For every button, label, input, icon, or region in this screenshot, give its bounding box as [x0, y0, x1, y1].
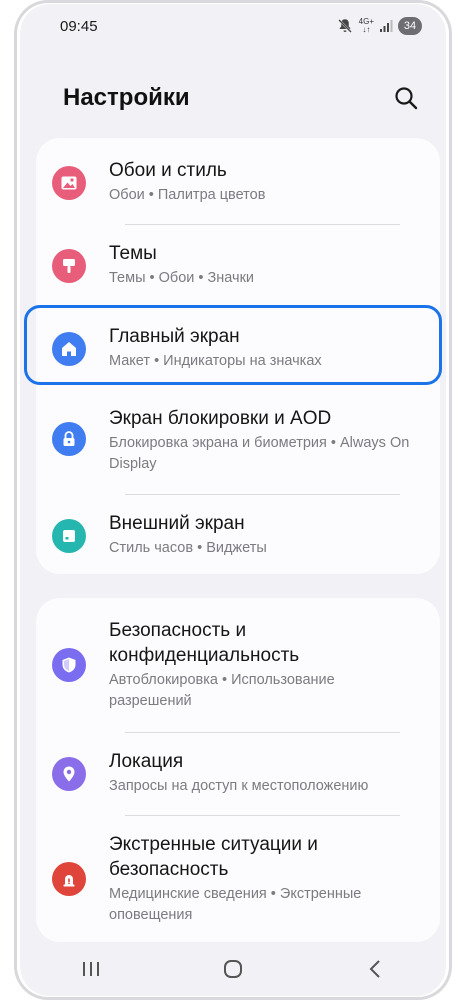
themes-icon-bg: [52, 249, 86, 283]
navigation-bar: [20, 942, 446, 996]
settings-group-security: Безопасность и конфиденциальность Автобл…: [36, 598, 440, 942]
page-title: Настройки: [63, 84, 190, 111]
settings-item-subtitle: Обои • Палитра цветов: [109, 187, 266, 203]
settings-item-subtitle: Блокировка экрана и биометрия • Always O…: [109, 435, 410, 472]
network-indicator: 4G+ ↓↑: [359, 18, 374, 34]
location-pin-icon: [63, 766, 75, 782]
search-icon[interactable]: [392, 84, 420, 112]
settings-item-subtitle: Стиль часов • Виджеты: [109, 540, 267, 556]
divider: [125, 732, 400, 733]
settings-item-cover-screen[interactable]: Внешний экран Стиль часов • Виджеты: [36, 511, 440, 573]
settings-item-subtitle: Медицинские сведения • Экстренные оповещ…: [109, 886, 362, 923]
cover-icon-bg: [52, 519, 86, 553]
screen: 09:45 4G+ ↓↑ 34 Настройки Обои и стиль О…: [20, 4, 446, 996]
settings-item-themes[interactable]: Темы Темы • Обои • Значки: [36, 241, 440, 303]
settings-item-text: Локация Запросы на доступ к местоположен…: [109, 749, 420, 797]
settings-item-text: Темы Темы • Обои • Значки: [109, 241, 420, 289]
image-icon: [61, 176, 77, 190]
recent-apps-icon: [83, 962, 99, 976]
security-icon-bg: [52, 648, 86, 682]
settings-item-text: Безопасность и конфиденциальность Автобл…: [109, 618, 420, 712]
highlight-frame: [24, 305, 442, 385]
lock-icon-bg: [52, 422, 86, 456]
settings-item-security-privacy[interactable]: Безопасность и конфиденциальность Автобл…: [36, 618, 440, 726]
signal-icon: [380, 20, 393, 32]
settings-item-label: Темы: [109, 243, 157, 264]
settings-item-lock-screen[interactable]: Экран блокировки и AOD Блокировка экрана…: [36, 406, 440, 490]
settings-item-label: Экстренные ситуации и безопасность: [109, 834, 318, 880]
status-icons: 4G+ ↓↑ 34: [336, 15, 422, 37]
settings-item-label: Экран блокировки и AOD: [109, 408, 332, 429]
settings-item-label: Локация: [109, 751, 184, 772]
settings-item-subtitle: Темы • Обои • Значки: [109, 270, 255, 286]
home-button[interactable]: [213, 954, 253, 984]
divider: [125, 494, 400, 495]
status-bar: 09:45 4G+ ↓↑ 34: [20, 4, 446, 44]
back-button[interactable]: [355, 954, 395, 984]
warning-icon: [63, 875, 75, 887]
back-icon: [369, 960, 380, 978]
settings-item-text: Экстренные ситуации и безопасность Медиц…: [109, 832, 420, 926]
settings-item-text: Обои и стиль Обои • Палитра цветов: [109, 158, 420, 206]
shield-icon: [62, 657, 76, 673]
recent-apps-button[interactable]: [71, 954, 111, 984]
lock-icon: [63, 431, 75, 446]
settings-item-wallpaper[interactable]: Обои и стиль Обои • Палитра цветов: [36, 158, 440, 220]
brush-icon: [63, 259, 75, 273]
mute-icon: [337, 19, 352, 33]
settings-item-subtitle: Автоблокировка • Использование разрешени…: [109, 672, 335, 709]
divider: [125, 224, 400, 225]
settings-item-text: Экран блокировки и AOD Блокировка экрана…: [109, 406, 420, 475]
divider: [125, 815, 400, 816]
wallpaper-icon-bg: [52, 166, 86, 200]
settings-item-label: Обои и стиль: [109, 160, 227, 181]
status-time: 09:45: [60, 18, 98, 35]
settings-item-label: Внешний экран: [109, 513, 245, 534]
battery-indicator: 34: [398, 17, 422, 35]
settings-item-emergency[interactable]: Экстренные ситуации и безопасность Медиц…: [36, 832, 440, 940]
settings-item-subtitle: Запросы на доступ к местоположению: [109, 778, 369, 794]
cover-screen-icon: [63, 530, 75, 542]
phone-frame: 09:45 4G+ ↓↑ 34 Настройки Обои и стиль О…: [14, 0, 452, 1000]
emergency-icon-bg: [52, 862, 86, 896]
settings-item-label: Безопасность и конфиденциальность: [109, 620, 300, 666]
network-arrows: ↓↑: [362, 25, 371, 34]
location-icon-bg: [52, 757, 86, 791]
settings-item-text: Внешний экран Стиль часов • Виджеты: [109, 511, 420, 559]
home-nav-icon: [224, 960, 242, 978]
settings-item-location[interactable]: Локация Запросы на доступ к местоположен…: [36, 749, 440, 811]
